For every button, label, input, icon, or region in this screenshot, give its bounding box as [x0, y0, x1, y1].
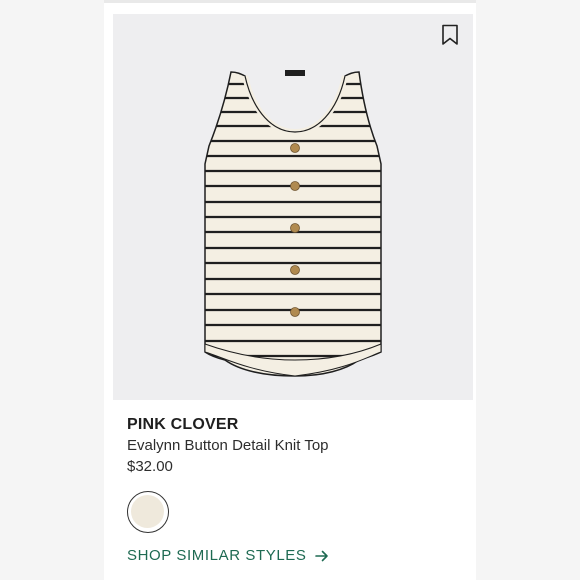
color-swatch[interactable]: [127, 491, 169, 533]
shop-similar-link[interactable]: SHOP SIMILAR STYLES: [127, 547, 329, 564]
card-divider: [104, 0, 476, 3]
bookmark-icon[interactable]: [441, 24, 459, 46]
page: PINK CLOVER Evalynn Button Detail Knit T…: [0, 0, 580, 580]
product-card[interactable]: PINK CLOVER Evalynn Button Detail Knit T…: [104, 0, 476, 580]
swatch-color: [131, 495, 164, 528]
arrow-right-icon: [314, 550, 328, 561]
product-image: [204, 70, 382, 377]
brand-name: PINK CLOVER: [127, 416, 239, 433]
product-image-area[interactable]: [113, 14, 473, 400]
shop-similar-label: SHOP SIMILAR STYLES: [127, 547, 307, 564]
product-title[interactable]: Evalynn Button Detail Knit Top: [127, 437, 329, 454]
product-price: $32.00: [127, 458, 173, 475]
